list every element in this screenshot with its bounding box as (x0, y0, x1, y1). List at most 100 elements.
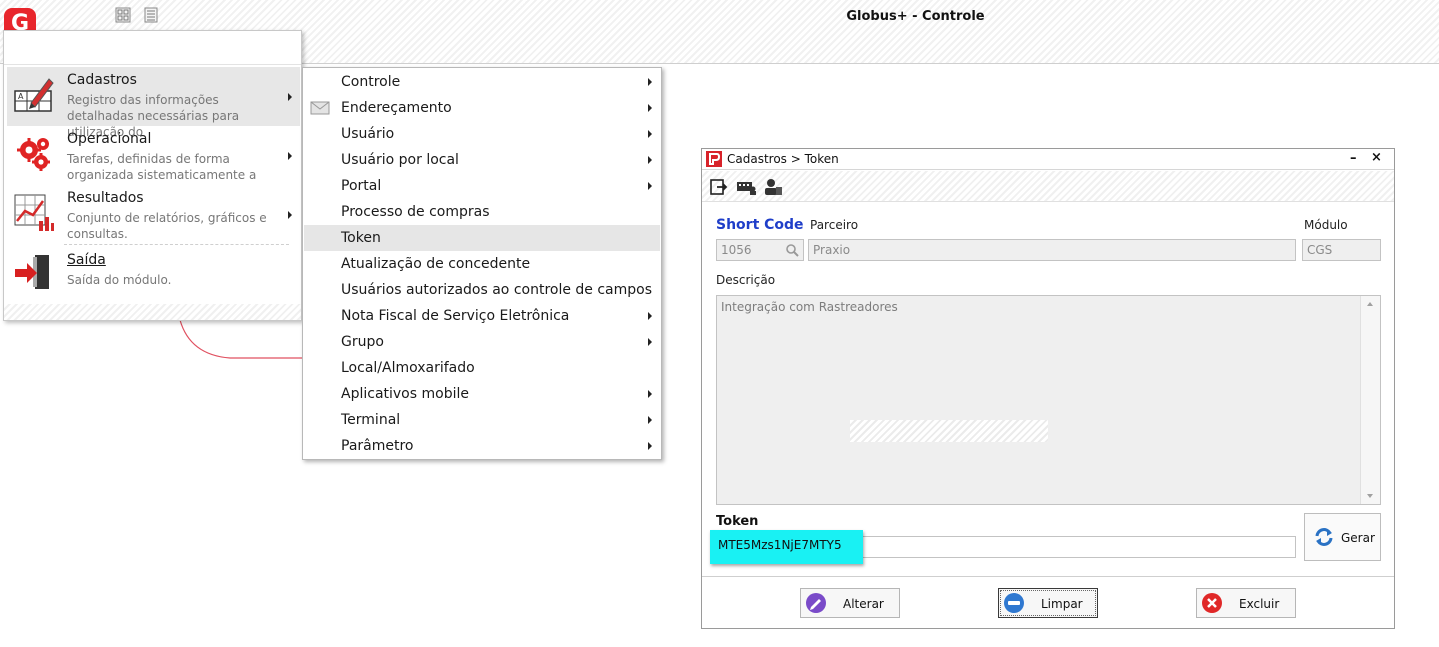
delete-icon (1202, 593, 1222, 613)
main-menu-title: Cadastros (67, 72, 137, 88)
short-code-label: Short Code (716, 217, 804, 233)
svg-text:A: A (18, 92, 24, 101)
refresh-icon (1315, 528, 1333, 546)
main-menu-footer (4, 304, 301, 320)
alterar-label: Alterar (843, 597, 884, 611)
chevron-right-icon (648, 182, 652, 190)
submenu-item-label: Controle (341, 74, 401, 90)
short-code-value: 1056 (721, 243, 752, 257)
main-menu-title: Resultados (67, 190, 144, 206)
submenu-item-atualizacao-de-concedente[interactable]: Atualização de concedente (304, 251, 660, 277)
chevron-right-icon (648, 130, 652, 138)
submenu-item-label: Atualização de concedente (341, 256, 531, 272)
submenu-item-label: Processo de compras (341, 204, 490, 220)
chevron-right-icon (648, 78, 652, 86)
chevron-right-icon (648, 104, 652, 112)
window-title: Globus+ - Controle (846, 9, 985, 24)
chevron-right-icon (648, 156, 652, 164)
submenu-item-parametro[interactable]: Parâmetro (304, 433, 660, 459)
submenu-item-usuario[interactable]: Usuário (304, 121, 660, 147)
descricao-label: Descrição (716, 273, 776, 287)
search-icon[interactable] (785, 243, 799, 257)
limpar-button[interactable]: Limpar (998, 588, 1098, 618)
excluir-button[interactable]: Excluir (1196, 588, 1296, 618)
chevron-right-icon (648, 338, 652, 346)
main-menu-desc: Tarefas, definidas de forma organizada s… (67, 152, 257, 182)
chevron-right-icon (648, 416, 652, 424)
main-menu-title: Operacional (67, 131, 152, 147)
submenu-item-nota-fiscal[interactable]: Nota Fiscal de Serviço Eletrônica (304, 303, 660, 329)
submenu-item-token[interactable]: Token (304, 225, 660, 251)
submenu-item-aplicativos-mobile[interactable]: Aplicativos mobile (304, 381, 660, 407)
dialog-title: Cadastros > Token (727, 152, 839, 166)
submenu-item-label: Grupo (341, 334, 384, 350)
descricao-textarea[interactable]: Integração com Rastreadores (716, 295, 1381, 505)
dialog-footer: Alterar Limpar Excluir (702, 576, 1394, 628)
submenu-item-label: Token (341, 230, 381, 246)
textarea-scrollbar[interactable] (1360, 296, 1380, 504)
gerar-label: Gerar (1341, 531, 1375, 545)
parceiro-field[interactable]: Praxio (808, 239, 1296, 261)
submenu-item-label: Nota Fiscal de Serviço Eletrônica (341, 308, 570, 324)
submenu-item-usuario-por-local[interactable]: Usuário por local (304, 147, 660, 173)
main-menu-item-operacional[interactable]: Operacional Tarefas, definidas de forma … (7, 126, 300, 185)
submenu-item-label: Terminal (341, 412, 401, 428)
praxio-logo-icon (706, 151, 722, 167)
main-menu: A Cadastros Registro das informações det… (3, 30, 302, 321)
chart-icon (14, 194, 54, 231)
short-code-field[interactable]: 1056 (716, 239, 804, 261)
scroll-down-icon[interactable] (1367, 494, 1373, 498)
chevron-right-icon (648, 442, 652, 450)
chevron-right-icon (648, 312, 652, 320)
submenu-item-controle[interactable]: Controle (304, 69, 660, 95)
submenu-item-label: Usuário por local (341, 152, 459, 168)
submenu-item-label: Local/Almoxarifado (341, 360, 475, 376)
submenu-item-terminal[interactable]: Terminal (304, 407, 660, 433)
menu-separator (64, 244, 289, 245)
cadastros-submenu: Controle Endereçamento Usuário Usuário p… (302, 67, 662, 460)
user-group-icon[interactable] (763, 177, 783, 197)
export-icon[interactable] (709, 177, 729, 197)
gerar-button[interactable]: Gerar (1304, 513, 1381, 561)
parceiro-label: Parceiro (810, 218, 859, 232)
submenu-item-grupo[interactable]: Grupo (304, 329, 660, 355)
submenu-item-usuarios-autorizados[interactable]: Usuários autorizados ao controle de camp… (304, 277, 660, 303)
main-menu-item-cadastros[interactable]: A Cadastros Registro das informações det… (7, 67, 300, 139)
token-value: MTE5Mzs1NjE7MTY5 (718, 538, 842, 552)
limpar-label: Limpar (1041, 597, 1083, 611)
submenu-item-label: Usuários autorizados ao controle de camp… (341, 282, 653, 298)
excluir-label: Excluir (1239, 597, 1280, 611)
token-dialog: Cadastros > Token – × Short Code Parceir… (701, 148, 1395, 629)
edit-icon (806, 593, 826, 613)
submenu-item-local-almoxarifado[interactable]: Local/Almoxarifado (304, 355, 660, 381)
token-label: Token (716, 514, 759, 529)
main-menu-header (4, 31, 301, 65)
exit-door-icon (15, 255, 49, 289)
textarea-decoration (850, 420, 1048, 442)
submenu-item-label: Portal (341, 178, 382, 194)
main-menu-desc: Conjunto de relatórios, gráficos e consu… (67, 211, 267, 241)
modulo-field[interactable]: CGS (1302, 239, 1381, 261)
envelope-icon (310, 101, 330, 115)
chevron-right-icon (288, 211, 292, 219)
clear-icon (1004, 593, 1024, 613)
gears-icon (17, 138, 50, 171)
scroll-up-icon[interactable] (1367, 302, 1373, 306)
descricao-value: Integração com Rastreadores (721, 300, 898, 314)
main-menu-desc: Saída do módulo. (67, 273, 172, 287)
form-edit-icon: A (14, 78, 54, 112)
submenu-item-enderecamento[interactable]: Endereçamento (304, 95, 660, 121)
main-menu-title: Saída (67, 252, 106, 268)
main-menu-item-resultados[interactable]: Resultados Conjunto de relatórios, gráfi… (7, 185, 300, 244)
alterar-button[interactable]: Alterar (800, 588, 900, 618)
close-button[interactable]: × (1371, 150, 1385, 166)
submenu-item-label: Usuário (341, 126, 395, 142)
submenu-item-label: Parâmetro (341, 438, 414, 454)
submenu-item-label: Aplicativos mobile (341, 386, 469, 402)
keyboard-user-icon[interactable] (736, 177, 756, 197)
main-menu-item-saida[interactable]: Saída Saída do módulo. (7, 247, 300, 306)
minimize-button[interactable]: – (1350, 151, 1364, 167)
submenu-item-portal[interactable]: Portal (304, 173, 660, 199)
chevron-right-icon (288, 152, 292, 160)
submenu-item-processo-de-compras[interactable]: Processo de compras (304, 199, 660, 225)
